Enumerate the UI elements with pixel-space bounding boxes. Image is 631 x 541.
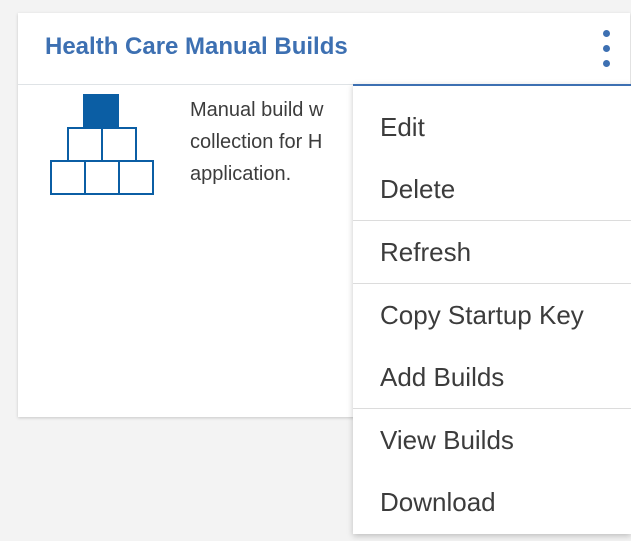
card-description: Manual build w collection for H applicat… (190, 94, 360, 190)
menu-group: Edit Delete (353, 86, 631, 221)
menu-item-view-builds[interactable]: View Builds (353, 409, 631, 471)
menu-item-edit[interactable]: Edit (353, 96, 631, 158)
menu-item-add-builds[interactable]: Add Builds (353, 346, 631, 408)
description-line: collection for H (190, 131, 323, 153)
menu-item-refresh[interactable]: Refresh (353, 221, 631, 283)
menu-group: View Builds Download (353, 409, 631, 533)
menu-item-download[interactable]: Download (353, 471, 631, 533)
card-title[interactable]: Health Care Manual Builds (45, 33, 348, 61)
menu-item-copy-startup-key[interactable]: Copy Startup Key (353, 284, 631, 346)
menu-group: Refresh (353, 221, 631, 284)
menu-item-delete[interactable]: Delete (353, 158, 631, 220)
description-line: application. (190, 163, 292, 185)
build-pyramid-icon (50, 94, 154, 195)
overflow-menu: Edit Delete Refresh Copy Startup Key Add… (353, 84, 631, 534)
card-header: Health Care Manual Builds (18, 13, 630, 85)
description-line: Manual build w (190, 99, 324, 121)
menu-group: Copy Startup Key Add Builds (353, 284, 631, 409)
overflow-menu-icon[interactable] (595, 27, 619, 71)
